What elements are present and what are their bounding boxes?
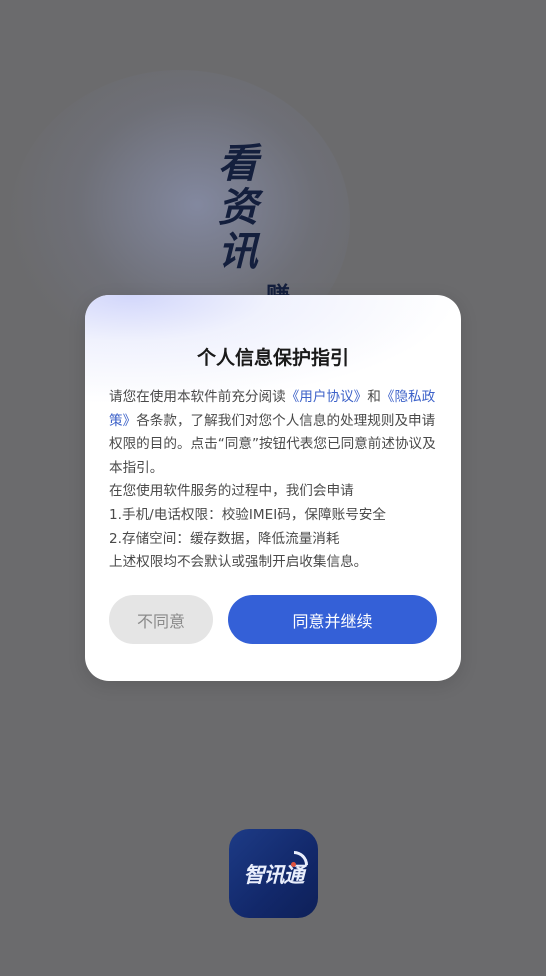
app-logo-icon: 智讯通 <box>229 829 318 918</box>
intro-text-2: 各条款，了解我们对您个人信息的处理规则及申请权限的目的。点击“同意”按钮代表您已… <box>109 412 436 476</box>
dialog-body: 请您在使用本软件前充分阅读《用户协议》和《隐私政策》各条款，了解我们对您个人信息… <box>109 386 439 575</box>
service-line: 在您使用软件服务的过程中，我们会申请 <box>109 483 354 500</box>
signal-dot-icon <box>291 862 296 867</box>
permission-storage-line: 2.存储空间：缓存数据，降低流量消耗 <box>109 530 340 547</box>
dialog-intro: 请您在使用本软件前充分阅读《用户协议》和《隐私政策》各条款，了解我们对您个人信息… <box>109 386 439 480</box>
disagree-button[interactable]: 不同意 <box>109 595 213 644</box>
agree-continue-button[interactable]: 同意并继续 <box>228 595 437 644</box>
privacy-dialog: 个人信息保护指引 请您在使用本软件前充分阅读《用户协议》和《隐私政策》各条款，了… <box>85 295 461 681</box>
dialog-title: 个人信息保护指引 <box>196 347 349 369</box>
intro-and: 和 <box>367 389 381 405</box>
permission-phone-line: 1.手机/电话权限：校验IMEI码，保障账号安全 <box>109 506 386 523</box>
permission-note-line: 上述权限均不会默认或强制开启收集信息。 <box>109 554 368 571</box>
intro-text-1: 请您在使用本软件前充分阅读 <box>109 389 286 405</box>
splash-slogan: 看资讯 <box>211 142 258 274</box>
user-agreement-link[interactable]: 《用户协议》 <box>286 389 368 405</box>
signal-icon <box>294 851 308 865</box>
